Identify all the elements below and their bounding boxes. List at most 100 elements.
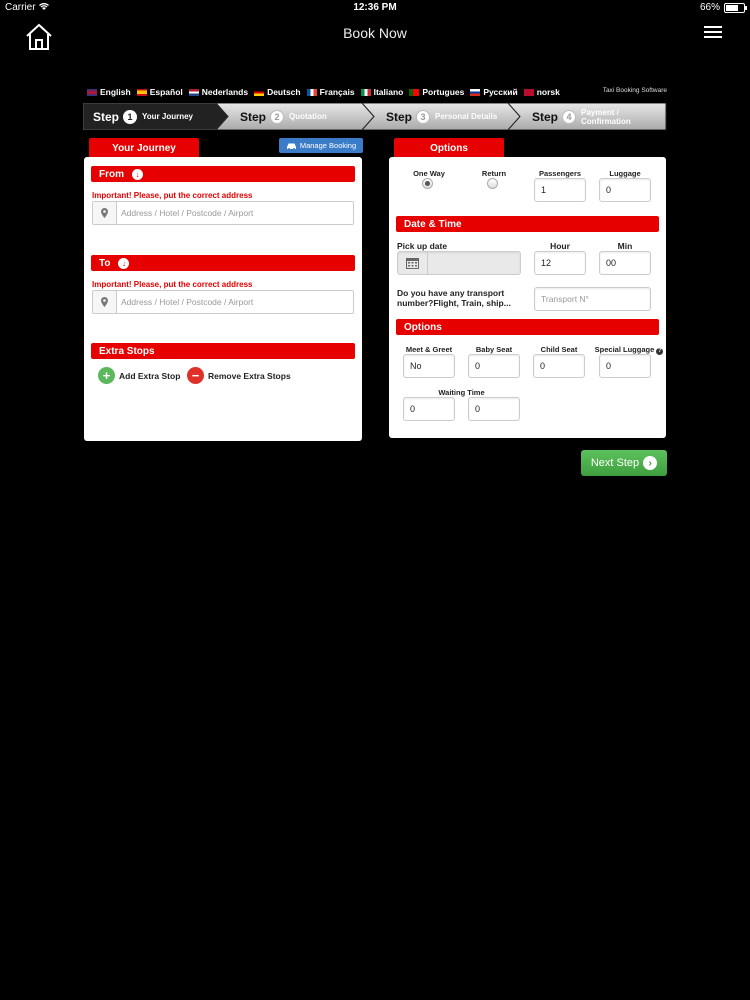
car-icon <box>286 143 296 150</box>
lang-label: norsk <box>536 87 560 97</box>
download-arrow-icon[interactable]: ↓ <box>132 168 143 180</box>
tab-your-journey[interactable]: Your Journey <box>89 138 199 158</box>
options-panel: One Way Return Passengers 1 Luggage 0 Da… <box>389 157 666 438</box>
step-number: 3 <box>416 109 431 124</box>
flag-icon <box>254 88 265 96</box>
step-word: Step <box>93 109 120 124</box>
step-label: Quotation <box>289 112 327 121</box>
step-2[interactable]: Step 2 Quotation <box>216 103 376 130</box>
return-radio[interactable] <box>487 178 498 189</box>
add-extra-stop-button[interactable]: + Add Extra Stop <box>98 367 180 384</box>
lang-norsk[interactable]: norsk <box>523 87 560 97</box>
remove-extra-stops-label: Remove Extra Stops <box>208 370 291 381</box>
lang-deutsch[interactable]: Deutsch <box>254 87 301 97</box>
from-address-field[interactable] <box>92 201 354 225</box>
flag-icon <box>188 88 199 96</box>
child-seat-select[interactable]: 0 <box>533 354 585 378</box>
lang-label: Español <box>149 87 183 97</box>
child-seat-label: Child Seat <box>540 345 578 354</box>
lang-nederlands[interactable]: Nederlands <box>188 87 248 97</box>
min-label: Min <box>617 241 633 251</box>
options-header: Options <box>396 319 659 335</box>
download-arrow-icon[interactable]: ↓ <box>118 257 130 269</box>
calendar-icon[interactable] <box>398 252 428 274</box>
language-bar: English Español Nederlands Deutsch Franç… <box>87 86 667 98</box>
flag-icon <box>306 88 317 96</box>
lang-label: Italiano <box>373 87 404 97</box>
manage-booking-button[interactable]: Manage Booking <box>279 138 363 153</box>
baby-seat-select[interactable]: 0 <box>468 354 520 378</box>
lang-italiano[interactable]: Italiano <box>360 87 404 97</box>
to-label: To <box>99 257 111 269</box>
lang-russian[interactable]: Русский <box>470 87 518 97</box>
return-label: Return <box>481 169 507 178</box>
lang-english[interactable]: English <box>87 87 131 97</box>
next-step-label: Next Step <box>590 457 640 469</box>
special-luggage-text: Special Luggage <box>594 345 655 354</box>
meet-greet-label: Meet & Greet <box>405 345 453 354</box>
clock: 12:36 PM <box>353 2 397 13</box>
next-step-button[interactable]: Next Step › <box>581 450 667 476</box>
one-way-radio[interactable] <box>422 178 433 189</box>
to-address-field[interactable] <box>92 290 354 314</box>
step-number: 1 <box>123 109 138 124</box>
waiting-time-minutes-select[interactable]: 0 <box>468 397 520 421</box>
from-warning: Important! Please, put the correct addre… <box>92 191 253 200</box>
lang-label: English <box>100 87 131 97</box>
extra-stops-header: Extra Stops <box>91 343 355 359</box>
plus-icon: + <box>98 367 115 384</box>
step-word: Step <box>532 109 559 124</box>
lang-portugues[interactable]: Portugues <box>409 87 464 97</box>
to-address-input[interactable] <box>117 297 317 307</box>
meet-greet-select[interactable]: No <box>403 354 455 378</box>
step-word: Step <box>240 109 267 124</box>
to-warning: Important! Please, put the correct addre… <box>92 280 253 289</box>
add-extra-stop-label: Add Extra Stop <box>119 370 181 381</box>
manage-booking-label: Manage Booking <box>299 141 357 150</box>
lang-label: Русский <box>483 87 518 97</box>
hamburger-menu-icon[interactable] <box>704 26 722 40</box>
flag-icon <box>360 88 371 96</box>
hour-select[interactable]: 12 <box>534 251 586 275</box>
page-title: Book Now <box>343 25 407 41</box>
step-1[interactable]: Step 1 Your Journey <box>83 103 228 130</box>
battery-icon <box>724 3 747 13</box>
lang-francais[interactable]: Français <box>306 87 355 97</box>
passengers-select[interactable]: 1 <box>534 178 586 202</box>
flag-icon <box>470 88 481 96</box>
lang-espanol[interactable]: Español <box>136 87 183 97</box>
step-label: Payment / Confirmation <box>581 107 631 126</box>
step-label: Your Journey <box>142 112 193 121</box>
tab-options[interactable]: Options <box>394 138 504 158</box>
minus-icon: − <box>187 367 204 384</box>
transport-question: Do you have any transport number?Flight,… <box>397 288 511 308</box>
remove-extra-stops-button[interactable]: − Remove Extra Stops <box>187 367 291 384</box>
to-header: To ↓ <box>91 255 355 271</box>
map-pin-icon <box>93 202 117 224</box>
step-number: 2 <box>270 109 285 124</box>
from-address-input[interactable] <box>117 208 317 218</box>
step-word: Step <box>386 109 413 124</box>
step-3[interactable]: Step 3 Personal Details <box>362 103 522 130</box>
waiting-time-hours-select[interactable]: 0 <box>403 397 455 421</box>
special-luggage-select[interactable]: 0 <box>599 354 651 378</box>
lang-label: Français <box>319 87 355 97</box>
date-time-header: Date & Time <box>396 216 659 232</box>
step-label: Personal Details <box>435 112 498 121</box>
luggage-select[interactable]: 0 <box>599 178 651 202</box>
one-way-label: One Way <box>413 169 445 178</box>
from-label: From <box>99 168 124 180</box>
min-select[interactable]: 00 <box>599 251 651 275</box>
luggage-label: Luggage <box>609 169 641 178</box>
pickup-date-label: Pick up date <box>397 241 448 251</box>
lang-label: Portugues <box>422 87 465 97</box>
flag-icon <box>523 88 534 96</box>
transport-number-field[interactable]: Transport N° <box>534 287 651 311</box>
help-icon[interactable]: ? <box>656 347 664 355</box>
pickup-date-field[interactable] <box>397 251 521 275</box>
battery-percent: 66% <box>699 2 720 13</box>
step-progress: Step 1 Your Journey Step 2 Quotation Ste… <box>83 103 667 130</box>
from-header: From ↓ <box>91 166 355 182</box>
flag-icon <box>87 88 97 96</box>
step-4[interactable]: Step 4 Payment / Confirmation <box>508 103 667 130</box>
